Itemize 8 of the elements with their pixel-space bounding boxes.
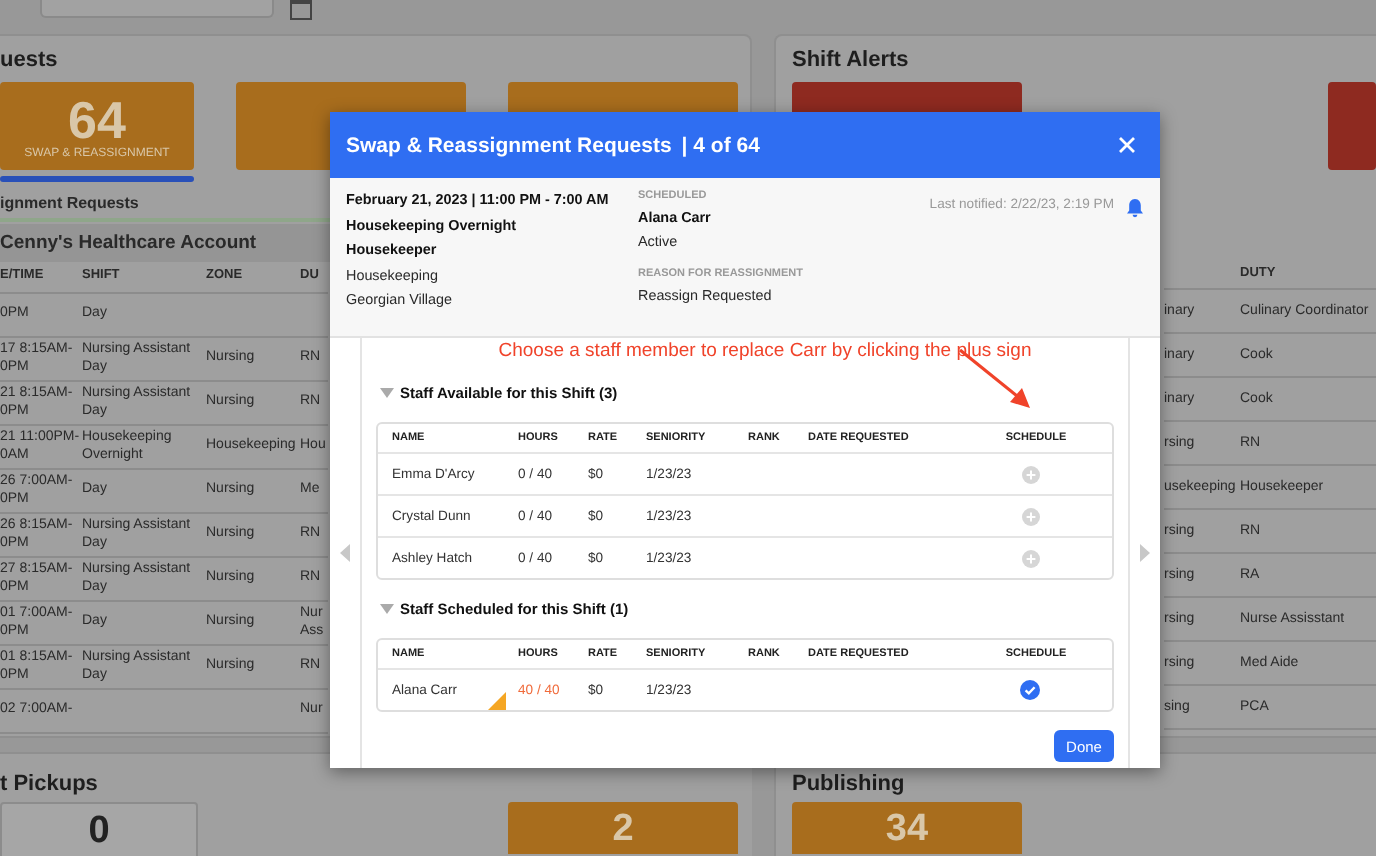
- panel-title: Shift Alerts: [792, 46, 909, 76]
- panel-title: t Pickups: [0, 770, 100, 800]
- panel-title: uests: [0, 46, 60, 76]
- annotation-text: Choose a staff member to replace Carr by clicking the plus sign: [496, 338, 1034, 362]
- dialog-title: Swap & Reassignment Requests: [346, 133, 672, 157]
- request-counter: | 4 of 64: [681, 133, 760, 157]
- count-value: 64: [68, 92, 126, 148]
- panel-title: Publishing: [792, 770, 907, 800]
